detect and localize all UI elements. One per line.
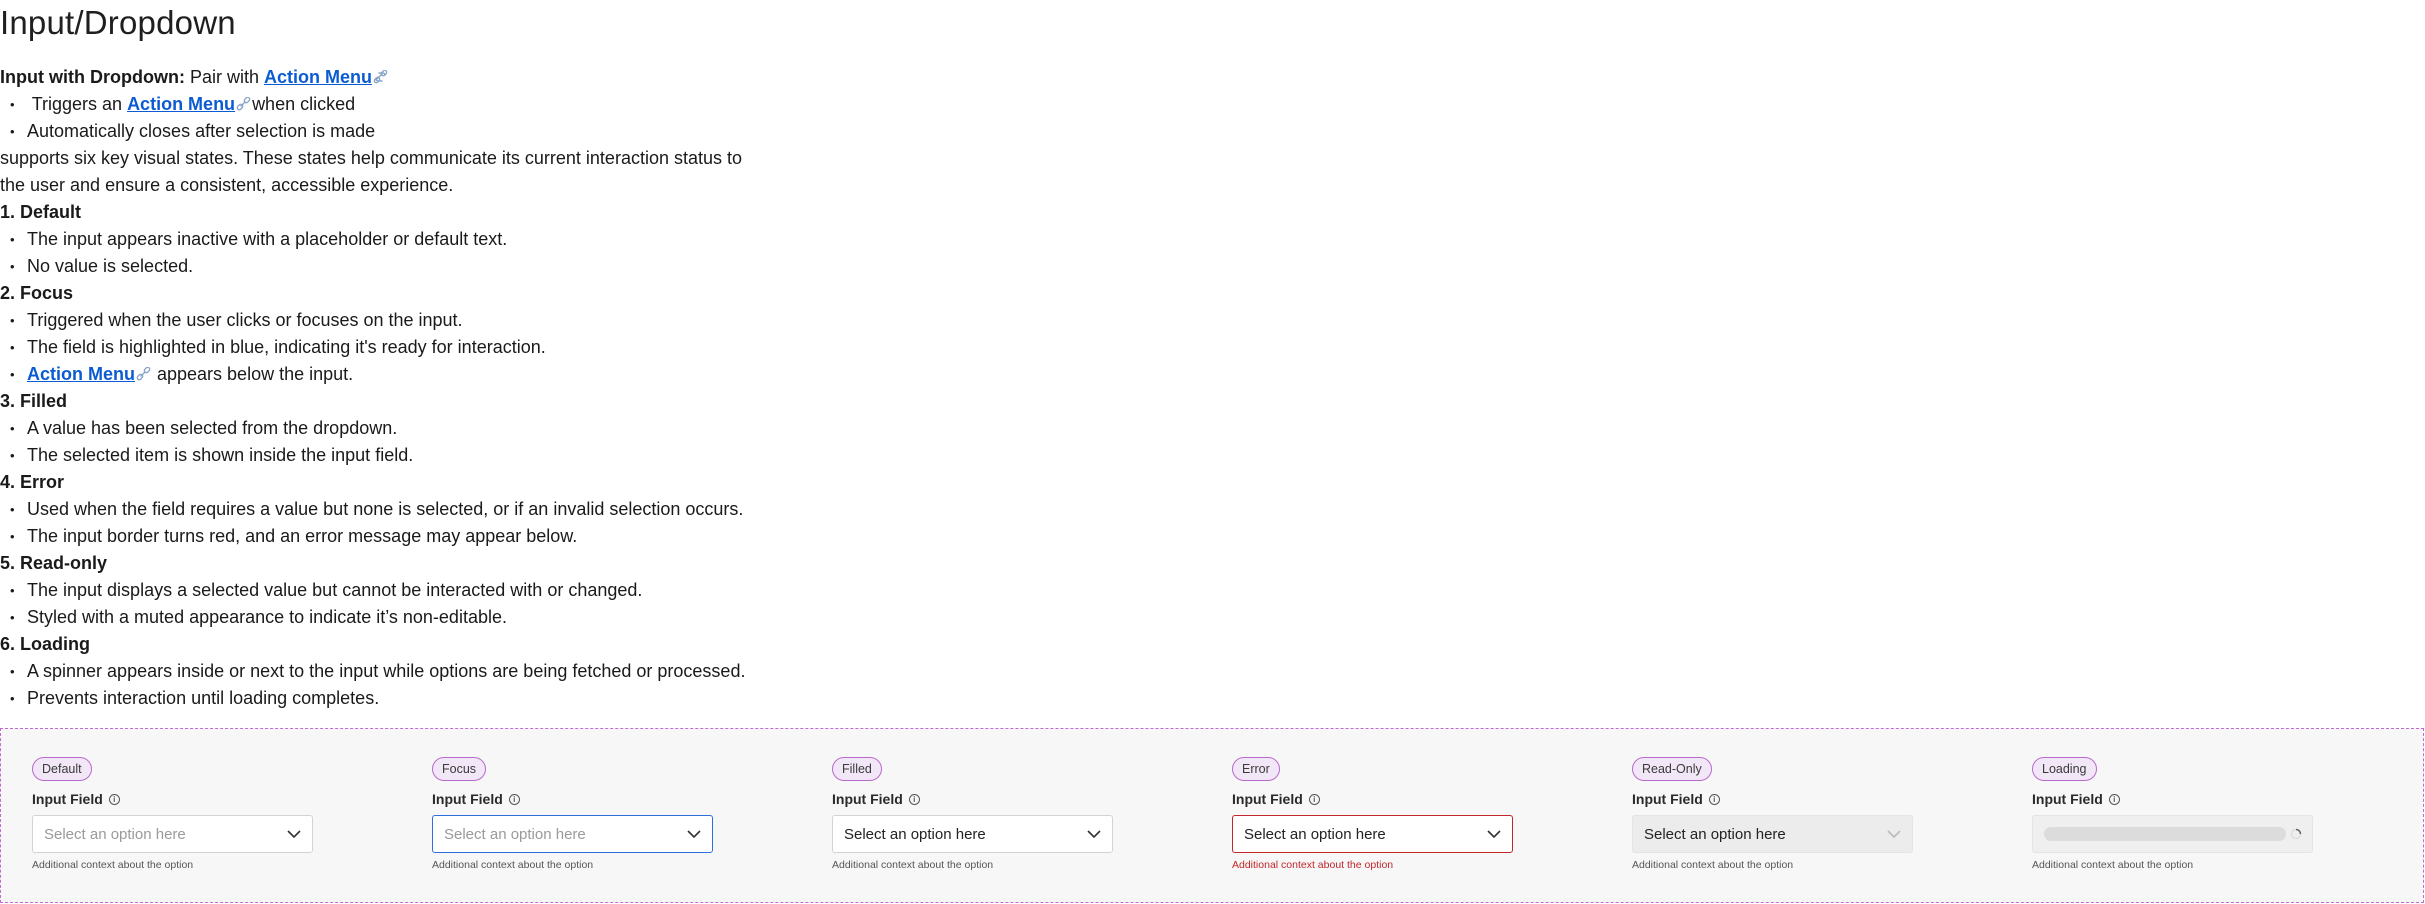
placeholder-text: Select an option here [44,825,186,843]
bullet-item: The input displays a selected value but … [0,577,800,604]
section-heading: 6. Loading [0,634,90,654]
action-menu-link[interactable]: Action Menu [27,364,135,384]
state-filled: Filled Input Field i Select an option her… [832,757,1114,871]
state-error: Error Input Field i Select an option here… [1232,757,1514,871]
chevron-down-icon [687,830,701,839]
state-badge: Loading [2032,757,2097,781]
action-menu-link[interactable]: Action Menu [127,94,235,114]
link-icon [136,367,151,381]
info-icon[interactable]: i [1708,793,1720,805]
field-label: Input Field i [1232,789,1514,809]
field-label: Input Field i [32,789,314,809]
bullet-item: Triggers an Action Menuwhen clicked [0,91,800,118]
bullet-item: No value is selected. [0,253,800,280]
helper-text: Additional context about the option [2032,859,2194,871]
bullet-item: A value has been selected from the dropd… [0,415,800,442]
states-showcase: Default Input Field i Select an option he… [0,728,2424,903]
info-icon[interactable]: i [2108,793,2120,805]
state-default: Default Input Field i Select an option he… [32,757,314,871]
summary-line: supports six key visual states. These st… [0,148,743,168]
section-heading: 2. Focus [0,283,74,303]
helper-text: Additional context about the option [32,859,194,871]
chevron-down-icon [1887,830,1901,839]
error-message: Additional context about the option [1232,859,1394,871]
intro-text: Pair with [184,67,264,87]
bullet-item: Prevents interaction until loading compl… [0,685,800,712]
chevron-down-icon [287,830,301,839]
bullet-item: Automatically closes after selection is … [0,118,800,145]
intro-lead: Input with Dropdown: [0,67,185,87]
state-readonly: Read-Only Input Field i Select an option … [1632,757,1914,871]
bullet-item: The selected item is shown inside the in… [0,442,800,469]
state-badge: Filled [832,757,882,781]
field-label: Input Field i [432,789,714,809]
page-title: Input/Dropdown [0,4,236,41]
bullet-item: Used when the field requires a value but… [0,496,800,523]
dropdown-input[interactable]: Select an option here [1232,815,1513,853]
bullet-item: Styled with a muted appearance to indica… [0,604,800,631]
helper-text: Additional context about the option [832,859,994,871]
summary-line: the user and ensure a consistent, access… [0,175,454,195]
dropdown-input: Select an option here [1632,815,1913,853]
loading-skeleton [2044,827,2286,841]
info-icon[interactable]: i [908,793,920,805]
section-heading: 1. Default [0,202,82,222]
selected-value: Select an option here [844,825,986,843]
link-icon [236,97,251,111]
state-badge: Focus [432,757,487,781]
state-focus: Focus Input Field i Select an option here… [432,757,714,871]
selected-value: Select an option here [1644,825,1786,843]
state-loading: Loading Input Field i Additional context … [2032,757,2314,871]
intro-line: Input with Dropdown: Pair with Action Me… [0,64,800,91]
section-heading: 4. Error [0,472,65,492]
chevron-down-icon [1487,830,1501,839]
chevron-down-icon [1087,830,1101,839]
info-icon[interactable]: i [508,793,520,805]
bullet-item: Action Menu appears below the input. [0,361,800,388]
link-icon [373,70,388,84]
dropdown-input[interactable]: Select an option here [432,815,713,853]
helper-text: Additional context about the option [1632,859,1794,871]
dropdown-input[interactable]: Select an option here [832,815,1113,853]
spinner-icon [2290,828,2302,840]
bullet-item: The input border turns red, and an error… [0,523,800,550]
bullet-item: A spinner appears inside or next to the … [0,658,800,685]
state-badge: Error [1232,757,1280,781]
action-menu-link[interactable]: Action Menu [264,67,372,87]
dropdown-input [2032,815,2313,853]
field-label: Input Field i [1632,789,1914,809]
dropdown-input[interactable]: Select an option here [32,815,313,853]
bullet-item: The input appears inactive with a placeh… [0,226,800,253]
documentation: Input with Dropdown: Pair with Action Me… [0,64,800,712]
info-icon[interactable]: i [1308,793,1320,805]
state-badge: Read-Only [1632,757,1712,781]
field-label: Input Field i [832,789,1114,809]
helper-text: Additional context about the option [432,859,594,871]
bullet-item: Triggered when the user clicks or focuse… [0,307,800,334]
placeholder-text: Select an option here [444,825,586,843]
section-heading: 3. Filled [0,391,68,411]
selected-value: Select an option here [1244,825,1386,843]
section-heading: 5. Read-only [0,553,108,573]
info-icon[interactable]: i [108,793,120,805]
bullet-item: The field is highlighted in blue, indica… [0,334,800,361]
field-label: Input Field i [2032,789,2314,809]
state-badge: Default [32,757,92,781]
